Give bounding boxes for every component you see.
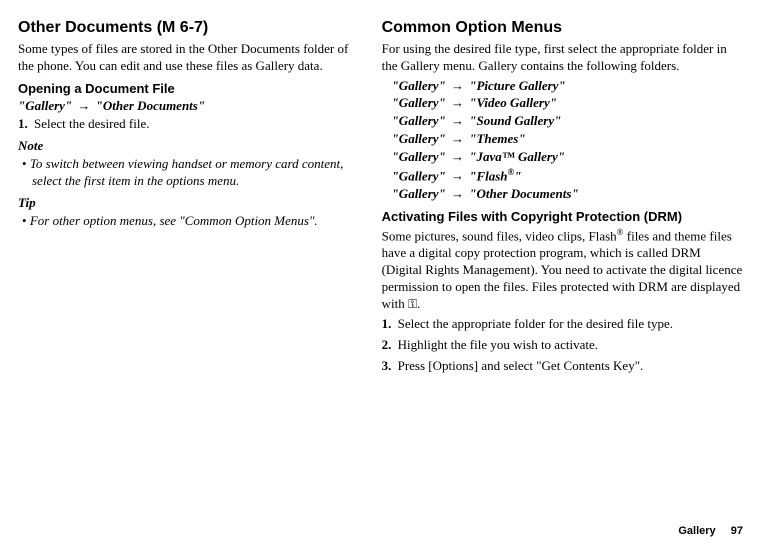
drm-heading: Activating Files with Copyright Protecti… xyxy=(382,209,743,226)
arrow-icon: → xyxy=(449,113,466,128)
folder-flash: "Gallery" → "Flash®" xyxy=(392,167,743,185)
folder-video-gallery: "Gallery" → "Video Gallery" xyxy=(392,95,743,112)
left-column: Other Documents (M 6-7) Some types of fi… xyxy=(18,18,352,378)
page-footer: Gallery 97 xyxy=(678,524,743,538)
drm-text: Some pictures, sound files, video clips,… xyxy=(382,227,743,313)
folder-themes: "Gallery" → "Themes" xyxy=(392,131,743,148)
other-documents-heading: Other Documents (M 6-7) xyxy=(18,18,352,39)
drm-steps: 1.Select the appropriate folder for the … xyxy=(382,316,743,375)
footer-page-number: 97 xyxy=(731,525,743,537)
note-list: To switch between viewing handset or mem… xyxy=(18,156,352,190)
step-1: 1.Select the desired file. xyxy=(18,116,352,133)
arrow-icon: → xyxy=(449,131,466,146)
folder-java-gallery: "Gallery" → "Java™ Gallery" xyxy=(392,149,743,166)
opening-document-subheading: Opening a Document File xyxy=(18,81,352,98)
arrow-icon: → xyxy=(75,98,92,113)
arrow-icon: → xyxy=(449,186,466,201)
arrow-icon: → xyxy=(449,149,466,164)
registered-icon: ® xyxy=(617,227,624,237)
folder-picture-gallery: "Gallery" → "Picture Gallery" xyxy=(392,78,743,95)
right-column: Common Option Menus For using the desire… xyxy=(382,18,743,378)
note-label: Note xyxy=(18,138,352,155)
folder-other-documents: "Gallery" → "Other Documents" xyxy=(392,186,743,203)
key-icon: ⚿ xyxy=(408,297,417,313)
nav-path-other-documents: "Gallery" → "Other Documents" xyxy=(18,98,352,115)
folder-sound-gallery: "Gallery" → "Sound Gallery" xyxy=(392,113,743,130)
arrow-icon: → xyxy=(449,168,466,183)
folder-list: "Gallery" → "Picture Gallery" "Gallery" … xyxy=(392,78,743,204)
trademark-icon: ™ xyxy=(502,149,515,164)
drm-step-2: 2.Highlight the file you wish to activat… xyxy=(382,337,743,354)
tip-label: Tip xyxy=(18,195,352,212)
tip-list: For other option menus, see "Common Opti… xyxy=(18,213,352,230)
tip-item: For other option menus, see "Common Opti… xyxy=(18,213,352,230)
note-item: To switch between viewing handset or mem… xyxy=(18,156,352,190)
opening-steps: 1.Select the desired file. xyxy=(18,116,352,133)
arrow-icon: → xyxy=(449,78,466,93)
drm-step-3: 3.Press [Options] and select "Get Conten… xyxy=(382,358,743,375)
common-option-intro: For using the desired file type, first s… xyxy=(382,41,743,75)
footer-section-label: Gallery xyxy=(678,525,715,537)
other-documents-intro: Some types of files are stored in the Ot… xyxy=(18,41,352,75)
common-option-menus-heading: Common Option Menus xyxy=(382,18,743,39)
arrow-icon: → xyxy=(449,95,466,110)
drm-step-1: 1.Select the appropriate folder for the … xyxy=(382,316,743,333)
